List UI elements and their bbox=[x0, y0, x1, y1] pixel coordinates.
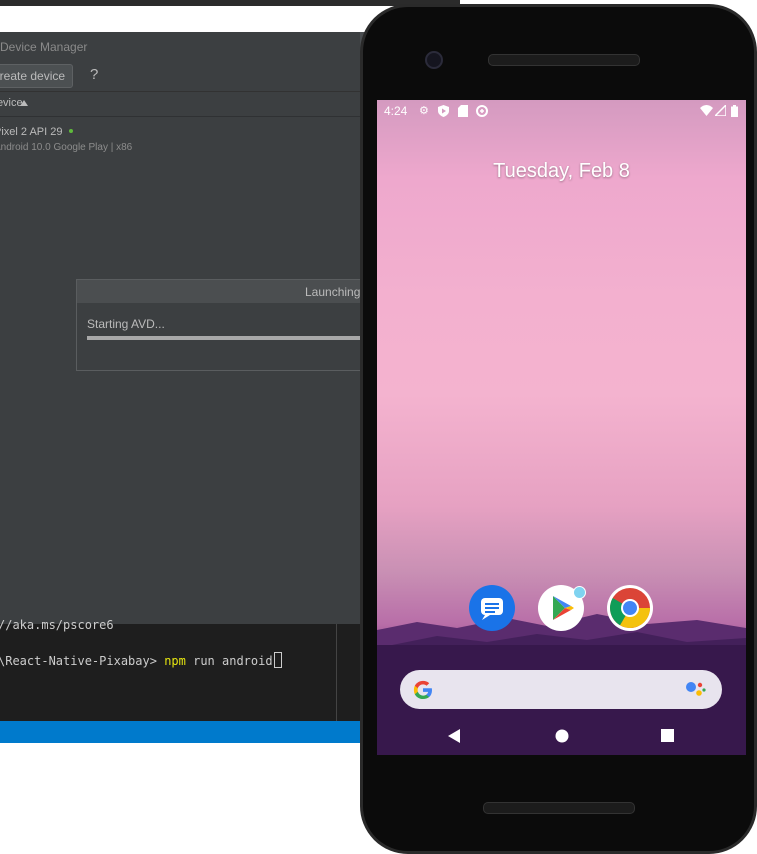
dialog-title: Launching bbox=[305, 285, 361, 299]
messages-app-icon[interactable] bbox=[469, 585, 515, 631]
terminal-panel[interactable]: //aka.ms/pscore6 \React-Native-Pixabay> … bbox=[0, 618, 372, 721]
window-top-strip bbox=[0, 0, 460, 6]
device-name[interactable]: Pixel 2 API 29 bbox=[0, 126, 63, 138]
terminal-cursor bbox=[273, 652, 282, 668]
terminal-divider bbox=[336, 624, 337, 721]
device-manager-title: Device Manager bbox=[0, 40, 88, 54]
front-camera-icon bbox=[425, 51, 443, 69]
notification-dot bbox=[573, 586, 586, 599]
android-nav-bar bbox=[377, 720, 746, 752]
progress-fill bbox=[87, 336, 377, 340]
create-device-label: Create device bbox=[0, 69, 66, 83]
sd-card-icon bbox=[458, 105, 468, 117]
data-saver-icon bbox=[476, 105, 488, 117]
dialog-message: Starting AVD... bbox=[87, 317, 165, 331]
sort-ascending-icon[interactable] bbox=[20, 100, 28, 106]
status-time: 4:24 bbox=[384, 104, 408, 118]
terminal-command-args: run android bbox=[193, 654, 273, 668]
google-search-bar[interactable] bbox=[400, 670, 722, 709]
google-logo-icon bbox=[413, 680, 432, 699]
device-online-dot bbox=[69, 129, 73, 133]
wifi-icon bbox=[700, 105, 713, 116]
cell-signal-icon bbox=[715, 105, 726, 116]
launching-dialog: Launching Starting AVD... bbox=[76, 279, 377, 371]
messages-glyph-icon bbox=[481, 598, 503, 620]
back-button[interactable] bbox=[448, 729, 460, 743]
emulator-screen[interactable]: 4:24 ⚙ Tuesday, Feb 8 bbox=[377, 100, 746, 755]
android-status-bar[interactable]: 4:24 ⚙ bbox=[377, 100, 746, 124]
dialog-title-bar[interactable]: Launching bbox=[77, 280, 371, 303]
settings-icon: ⚙ bbox=[419, 104, 429, 117]
terminal-prompt: \React-Native-Pixabay> bbox=[0, 654, 157, 668]
battery-icon bbox=[731, 105, 738, 117]
help-button[interactable]: ? bbox=[90, 66, 98, 83]
home-button[interactable] bbox=[555, 729, 569, 743]
terminal-output-line: //aka.ms/pscore6 bbox=[0, 618, 114, 632]
bottom-speaker bbox=[483, 802, 635, 814]
create-device-button[interactable]: Create device bbox=[0, 64, 73, 88]
device-subtitle: Android 10.0 Google Play | x86 bbox=[0, 142, 133, 153]
device-column-header[interactable]: Device bbox=[0, 92, 372, 117]
chrome-app-icon[interactable] bbox=[607, 585, 653, 631]
recents-button[interactable] bbox=[661, 729, 674, 742]
assistant-icon[interactable] bbox=[685, 680, 707, 700]
terminal-command-exe: npm bbox=[164, 654, 186, 668]
play-protect-icon bbox=[438, 105, 449, 117]
vscode-status-bar bbox=[0, 721, 372, 743]
top-speaker bbox=[488, 54, 640, 66]
chrome-glyph-icon bbox=[610, 588, 650, 628]
terminal-prompt-line[interactable]: \React-Native-Pixabay> npm run android bbox=[0, 652, 282, 668]
lockscreen-date[interactable]: Tuesday, Feb 8 bbox=[377, 160, 746, 183]
progress-bar bbox=[87, 336, 377, 340]
